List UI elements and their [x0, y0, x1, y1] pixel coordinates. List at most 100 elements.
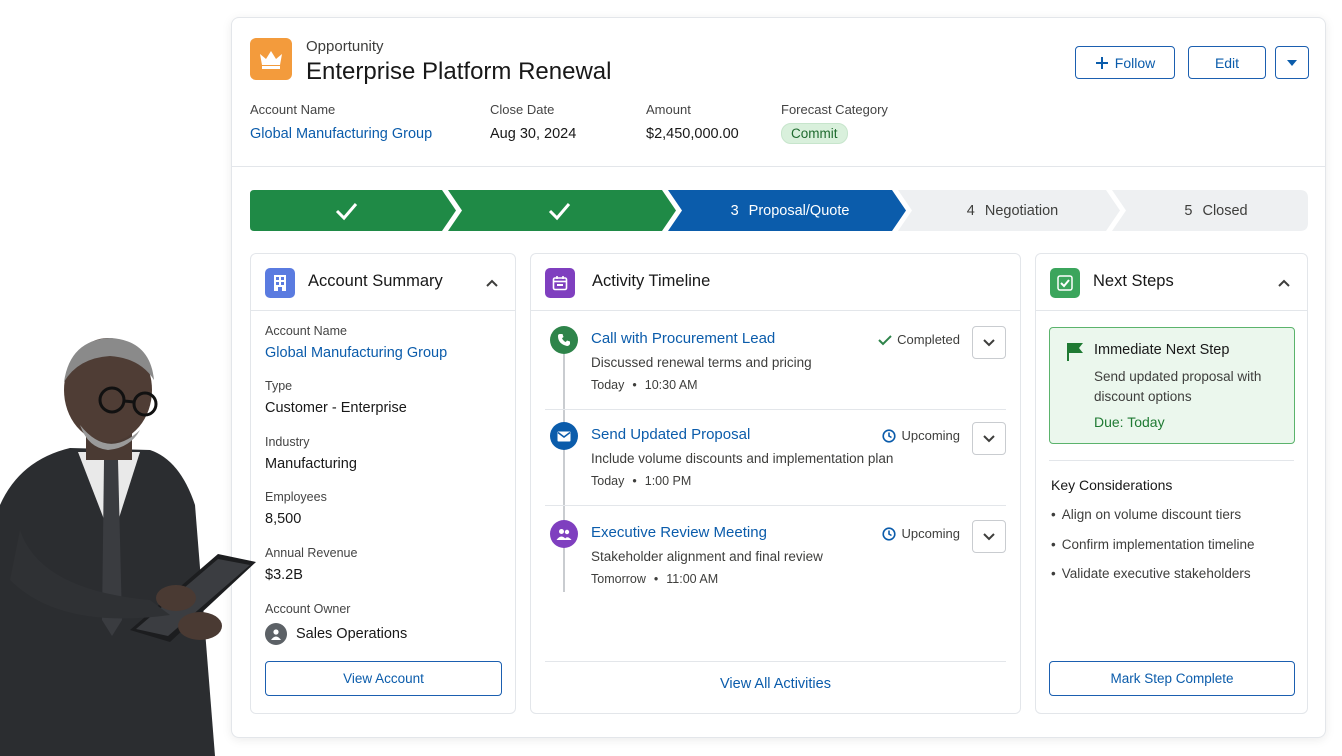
- field-value: Manufacturing: [265, 456, 357, 472]
- clock-icon: [882, 428, 897, 443]
- account-summary-header: Account Summary: [251, 254, 515, 311]
- clock-icon: [882, 526, 897, 541]
- building-icon: [265, 268, 295, 298]
- activity-menu-button[interactable]: [972, 520, 1006, 553]
- record-title: Enterprise Platform Renewal: [306, 58, 612, 85]
- check-icon: [878, 334, 892, 345]
- field-label: Account Name: [250, 102, 336, 117]
- activity-menu-button[interactable]: [972, 422, 1006, 455]
- sales-path: 3 Proposal/Quote 4 Negotiation 5 Closed: [250, 190, 1308, 231]
- caret-down-icon: [1287, 59, 1297, 66]
- chevron-up-icon[interactable]: [1277, 276, 1291, 290]
- activity-timeline-header: Activity Timeline: [531, 254, 1020, 311]
- field-label: Account Owner: [265, 602, 351, 616]
- next-steps-card: Next Steps Immediate Next Step Send upda…: [1035, 253, 1308, 714]
- list-item: • Align on volume discount tiers: [1051, 507, 1242, 522]
- forecast-category-badge: Commit: [781, 123, 848, 144]
- next-steps-header: Next Steps: [1036, 254, 1307, 311]
- consideration-text: Align on volume discount tiers: [1061, 507, 1242, 522]
- chevron-up-icon[interactable]: [485, 276, 499, 290]
- phone-icon: [550, 326, 578, 354]
- activity-description: Discussed renewal terms and pricing: [591, 355, 812, 370]
- status-label: Upcoming: [901, 526, 960, 541]
- activity-status: Upcoming: [882, 526, 960, 541]
- field-label: Forecast Category: [781, 102, 888, 117]
- chevron-down-icon: [983, 338, 995, 346]
- activity-datetime: Today • 1:00 PM: [591, 474, 692, 488]
- stage-label: Closed: [1202, 202, 1248, 219]
- timeline-item: Executive Review Meeting Stakeholder ali…: [545, 520, 1006, 586]
- view-all-activities-link[interactable]: View All Activities: [531, 676, 1020, 692]
- immediate-step-description: Send updated proposal with discount opti…: [1094, 369, 1262, 404]
- summary-type: Type Customer - Enterprise: [265, 379, 407, 416]
- stage-number: 4: [966, 202, 975, 219]
- list-item: • Validate executive stakeholders: [1051, 566, 1251, 581]
- activity-menu-button[interactable]: [972, 326, 1006, 359]
- activity-title-link[interactable]: Send Updated Proposal: [591, 426, 750, 443]
- summary-industry: Industry Manufacturing: [265, 435, 357, 472]
- activity-title-link[interactable]: Call with Procurement Lead: [591, 330, 775, 347]
- section-divider: [1049, 460, 1294, 461]
- path-stage-1[interactable]: [250, 190, 456, 231]
- field-value: $2,450,000.00: [646, 126, 739, 142]
- immediate-step-due: Due: Today: [1094, 414, 1165, 430]
- consideration-text: Confirm implementation timeline: [1061, 537, 1255, 552]
- field-value: 8,500: [265, 511, 302, 527]
- activity-day: Tomorrow: [591, 572, 646, 586]
- activity-time: 1:00 PM: [644, 474, 692, 488]
- key-considerations-title: Key Considerations: [1051, 477, 1173, 493]
- account-name-link[interactable]: Global Manufacturing Group: [250, 126, 432, 142]
- field-value: $3.2B: [265, 567, 303, 583]
- field-value: Customer - Enterprise: [265, 400, 407, 416]
- email-icon: [550, 422, 578, 450]
- activity-title-link[interactable]: Executive Review Meeting: [591, 524, 767, 541]
- owner-row: Sales Operations: [265, 623, 407, 645]
- stage-number: 5: [1184, 202, 1193, 219]
- field-account-name: Account Name Global Manufacturing Group: [250, 102, 432, 142]
- summary-employees: Employees 8,500: [265, 490, 327, 527]
- account-name-link[interactable]: Global Manufacturing Group: [265, 345, 447, 361]
- immediate-step-title: Immediate Next Step: [1094, 342, 1230, 358]
- summary-account-owner: Account Owner Sales Operations: [265, 602, 407, 645]
- opportunity-record-card: Opportunity Enterprise Platform Renewal …: [231, 17, 1326, 738]
- stage-label: Negotiation: [984, 202, 1059, 219]
- avatar: [265, 623, 287, 645]
- edit-button[interactable]: Edit: [1188, 46, 1266, 79]
- field-forecast-category: Forecast Category Commit: [781, 102, 888, 144]
- activity-datetime: Today • 10:30 AM: [591, 378, 698, 392]
- mark-step-complete-button[interactable]: Mark Step Complete: [1049, 661, 1295, 696]
- footer-divider: [545, 661, 1006, 662]
- field-label: Close Date: [490, 102, 555, 117]
- activity-description: Include volume discounts and implementat…: [591, 451, 894, 466]
- timeline-item: Call with Procurement Lead Discussed ren…: [545, 326, 1006, 392]
- path-stage-3-label: 3 Proposal/Quote: [680, 190, 900, 231]
- activity-time: 10:30 AM: [644, 378, 698, 392]
- activity-description: Stakeholder alignment and final review: [591, 549, 823, 564]
- summary-account-name: Account Name Global Manufacturing Group: [265, 324, 447, 361]
- activity-timeline-title: Activity Timeline: [592, 272, 711, 290]
- timeline-divider: [545, 409, 1006, 410]
- person-with-tablet-photo: [0, 330, 262, 756]
- view-account-button[interactable]: View Account: [265, 661, 502, 696]
- consideration-text: Validate executive stakeholders: [1061, 566, 1251, 581]
- activity-datetime: Tomorrow • 11:00 AM: [591, 572, 719, 586]
- activity-timeline-card: Activity Timeline Call with Procurement …: [530, 253, 1021, 714]
- opportunity-crown-icon: [250, 38, 292, 80]
- status-label: Upcoming: [901, 428, 960, 443]
- timeline-item: Send Updated Proposal Include volume dis…: [545, 422, 1006, 488]
- more-actions-dropdown[interactable]: [1275, 46, 1309, 79]
- field-label: Annual Revenue: [265, 546, 358, 560]
- stage-label: Proposal/Quote: [748, 202, 850, 219]
- activity-status: Upcoming: [882, 428, 960, 443]
- field-amount: Amount $2,450,000.00: [646, 102, 739, 142]
- summary-annual-revenue: Annual Revenue $3.2B: [265, 546, 357, 583]
- field-label: Account Name: [265, 324, 347, 338]
- follow-button[interactable]: Follow: [1075, 46, 1175, 79]
- field-close-date: Close Date Aug 30, 2024: [490, 102, 576, 142]
- activity-day: Today: [591, 378, 625, 392]
- field-label: Type: [265, 379, 293, 393]
- stage-number: 3: [730, 202, 739, 219]
- account-summary-title: Account Summary: [308, 272, 443, 290]
- object-label: Opportunity: [306, 38, 384, 55]
- path-stage-4-label: 4 Negotiation: [910, 190, 1115, 231]
